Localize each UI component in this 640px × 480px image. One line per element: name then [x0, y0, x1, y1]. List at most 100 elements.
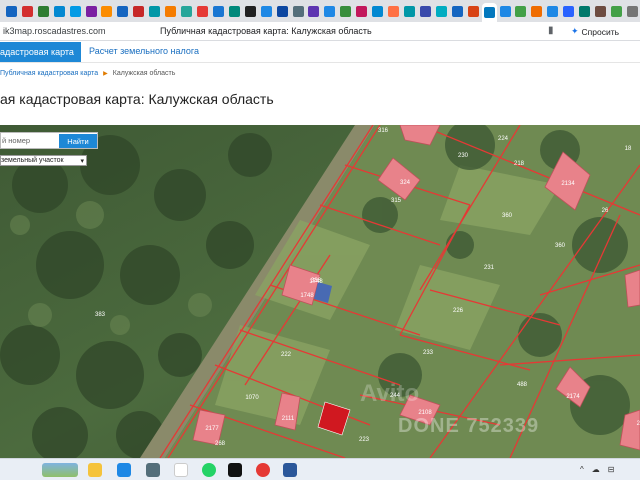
widgets-icon[interactable]	[42, 463, 78, 477]
parcel-label: 2174	[566, 394, 580, 400]
system-tray[interactable]: ^ ☁ ⊟	[580, 465, 614, 474]
cloud-icon[interactable]: ☁	[592, 465, 600, 474]
parcel-label: 2134	[561, 181, 575, 187]
address-bar[interactable]: ik3map.roscadastres.com Публичная кадаст…	[0, 22, 640, 41]
browser-tab[interactable]	[593, 3, 608, 19]
bookmark-icon[interactable]: ▮	[548, 25, 554, 36]
url-text[interactable]: ik3map.roscadastres.com	[3, 26, 106, 36]
search-button[interactable]: Найти	[59, 134, 97, 148]
browser-tab[interactable]	[481, 3, 497, 22]
browser-tab[interactable]	[418, 3, 433, 19]
calculator-icon[interactable]	[146, 463, 160, 477]
breadcrumb-link[interactable]: Публичная кадастровая карта	[0, 70, 98, 77]
favicon-icon	[388, 5, 400, 17]
favicon-icon	[308, 5, 320, 17]
parcel-label: 26	[602, 208, 609, 214]
display-icon[interactable]: ⊟	[608, 465, 615, 474]
browser-tab[interactable]	[275, 3, 290, 19]
browser-tab[interactable]	[131, 3, 146, 19]
browser-tab[interactable]	[52, 3, 67, 19]
watermark-id: DONE 752339	[398, 415, 540, 437]
browser-tab[interactable]	[561, 3, 576, 19]
browser-tab[interactable]	[195, 3, 210, 19]
browser-tab[interactable]	[434, 3, 449, 19]
browser-tab[interactable]	[4, 3, 19, 19]
browser-tab[interactable]	[115, 3, 130, 19]
browser-tab[interactable]	[498, 3, 513, 19]
favicon-icon	[181, 5, 193, 17]
tray-chevron-icon[interactable]: ^	[580, 465, 584, 474]
tab-land-tax[interactable]: Расчет земельного налога	[89, 46, 199, 56]
object-type-select[interactable]: земельный участок ▾	[0, 155, 87, 166]
browser-tab[interactable]	[322, 3, 337, 19]
favicon-icon	[419, 5, 431, 17]
favicon-icon	[228, 5, 240, 17]
browser-tab[interactable]	[545, 3, 560, 19]
browser-tab[interactable]	[354, 3, 369, 19]
browser-tab[interactable]	[68, 3, 83, 19]
browser-tab[interactable]	[609, 3, 624, 19]
browser-tab[interactable]	[307, 3, 322, 19]
shopping-icon[interactable]	[256, 463, 270, 477]
favicon-icon	[626, 5, 638, 17]
cadastral-map[interactable]: 316 224 230 218 18 324 315 360 2134 360 231 226 383 1…	[0, 125, 640, 458]
chevron-down-icon: ▾	[80, 157, 84, 165]
favicon-icon	[260, 5, 272, 17]
tab-cadastral-map[interactable]: адастровая карта	[0, 42, 81, 62]
browser-tab[interactable]	[179, 3, 194, 19]
yandex-browser-icon[interactable]	[174, 463, 188, 477]
browser-tab[interactable]	[466, 3, 481, 19]
browser-tab[interactable]	[211, 3, 226, 19]
browser-tab[interactable]	[147, 3, 162, 19]
parcel-label: 218	[514, 161, 525, 167]
browser-tab[interactable]	[243, 3, 258, 19]
browser-tab[interactable]	[450, 3, 465, 19]
browser-tab[interactable]	[227, 3, 242, 19]
parcel-label: 224	[498, 136, 509, 142]
word-icon[interactable]	[283, 463, 297, 477]
browser-tab[interactable]	[259, 3, 274, 19]
parcel-label: 1748	[309, 279, 323, 285]
browser-tab[interactable]	[625, 3, 640, 19]
browser-tab[interactable]	[163, 3, 178, 19]
parcel-label: 360	[502, 213, 513, 219]
browser-tab[interactable]	[84, 3, 99, 19]
ask-button[interactable]: ✦ Спросить	[571, 24, 619, 39]
file-explorer-icon[interactable]	[88, 463, 102, 477]
capcut-icon[interactable]	[228, 463, 242, 477]
browser-tab[interactable]	[36, 3, 51, 19]
browser-tab[interactable]	[386, 3, 401, 19]
favicon-icon	[101, 5, 113, 17]
browser-tab[interactable]	[338, 3, 353, 19]
browser-tab[interactable]	[514, 3, 529, 19]
browser-tab[interactable]	[529, 3, 544, 19]
browser-tab[interactable]	[100, 3, 115, 19]
store-icon[interactable]	[117, 463, 131, 477]
parcel-label: 268	[215, 441, 226, 447]
favicon-icon	[531, 5, 543, 17]
favicon-icon	[467, 5, 479, 17]
favicon-icon	[579, 5, 591, 17]
favicon-icon	[165, 5, 177, 17]
parcel-label: 24	[637, 421, 640, 427]
cadastral-search[interactable]: й номер Найти	[0, 132, 98, 149]
browser-tab[interactable]	[402, 3, 417, 19]
favicon-icon	[340, 5, 352, 17]
parcel-label: 233	[423, 350, 434, 356]
parcel-label: 18	[625, 146, 632, 152]
browser-tab[interactable]	[20, 3, 35, 19]
map-canvas[interactable]: 316 224 230 218 18 324 315 360 2134 360 231 226 383 1…	[0, 125, 640, 458]
browser-tab[interactable]	[370, 3, 385, 19]
parcel-label: 231	[484, 265, 495, 271]
watermark-text: Avito	[360, 380, 420, 407]
favicon-icon	[85, 5, 97, 17]
parcel-label: 383	[95, 312, 106, 318]
whatsapp-icon[interactable]	[202, 463, 216, 477]
browser-tab[interactable]	[291, 3, 306, 19]
favicon-icon	[451, 5, 463, 17]
favicon-icon	[610, 5, 622, 17]
favicon-icon	[117, 5, 129, 17]
browser-tab[interactable]	[577, 3, 592, 19]
favicon-icon	[197, 5, 209, 17]
favicon-icon	[149, 5, 161, 17]
